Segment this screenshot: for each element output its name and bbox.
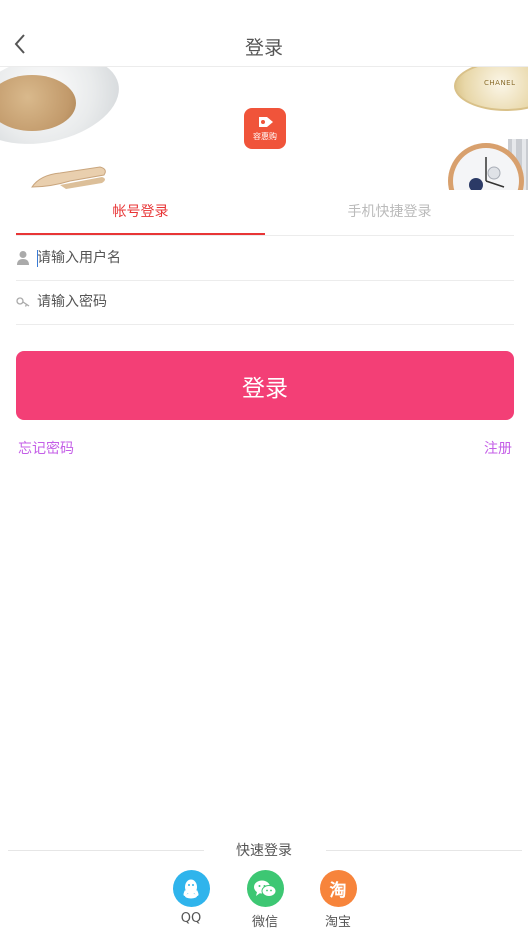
register-link[interactable]: 注册 [484,438,512,458]
taobao-glyph: 淘 [329,881,347,901]
forgot-password-link[interactable]: 忘记密码 [18,438,74,458]
top-bar: 登录 [0,0,528,67]
qq-login-button[interactable]: QQ [161,870,221,926]
perfume-brand-text: CHANEL [484,79,516,87]
password-field [16,280,514,325]
wechat-login-button[interactable]: 微信 [235,870,295,930]
wechat-icon [254,880,277,897]
app-logo: 容惠购 [244,108,286,149]
password-input[interactable] [37,280,507,324]
app-logo-text: 容惠购 [253,132,277,141]
wechat-label: 微信 [251,915,278,930]
tab-phone-login[interactable]: 手机快捷登录 [265,191,514,233]
user-icon [17,251,29,265]
active-tab-indicator [16,233,265,235]
page-title: 登录 [244,37,283,59]
taobao-login-button[interactable]: 淘 淘宝 [308,870,368,930]
username-input[interactable] [37,236,507,280]
cushion-compact-image [0,67,128,157]
watch-image [448,139,528,190]
banner: CHANEL 容惠购 [0,67,528,190]
qq-icon [183,879,199,898]
username-field [16,236,514,281]
quick-login-title: 快速登录 [236,843,292,859]
taobao-icon: 淘 [319,870,357,907]
perfume-image: CHANEL [454,67,528,111]
login-button[interactable]: 登录 [16,351,514,420]
shoe-image [31,166,106,189]
login-tabs: 帐号登录 手机快捷登录 [16,191,514,236]
taobao-label: 淘宝 [324,915,351,930]
tab-account-login[interactable]: 帐号登录 [16,191,265,233]
key-icon [16,297,30,307]
qq-label: QQ [180,911,202,926]
text-cursor [37,250,38,267]
tag-icon [259,117,273,127]
